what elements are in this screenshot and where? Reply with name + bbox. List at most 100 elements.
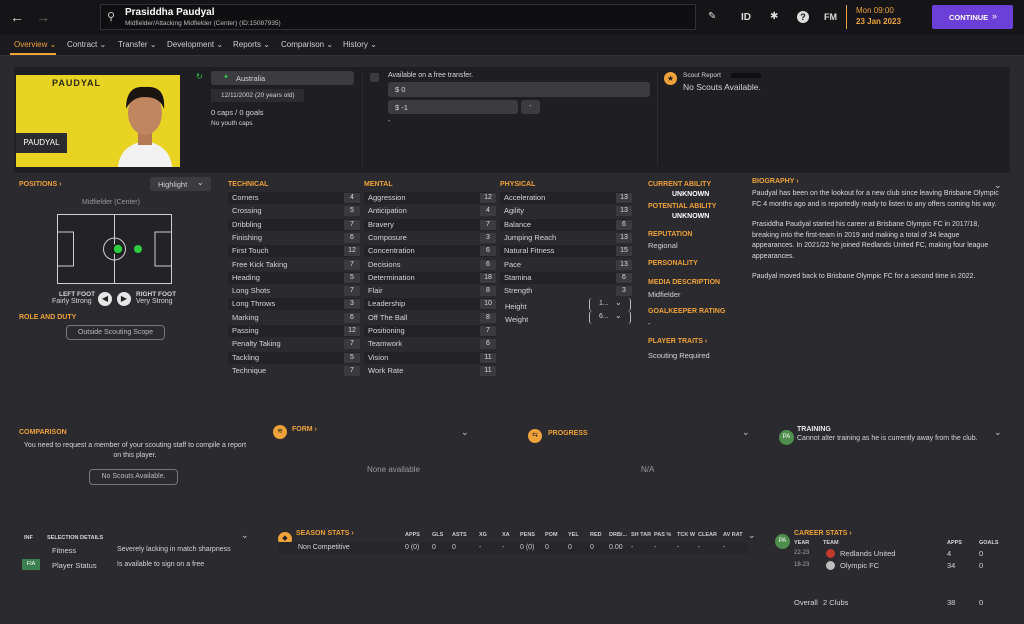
season-stats-chevron-icon[interactable]: ⌄	[748, 530, 756, 541]
tab-history-label: History	[343, 40, 368, 49]
refresh-icon[interactable]: ↻	[196, 72, 203, 81]
active-tab-underline	[10, 53, 56, 55]
progress-icon: ⇆	[528, 429, 542, 443]
highlight-dropdown[interactable]: Highlight ⌄	[150, 177, 211, 191]
season-stats-header[interactable]: PENS	[520, 532, 535, 538]
current-ability-value: UNKNOWN	[672, 191, 710, 198]
mental-attr-value: 6	[480, 339, 496, 350]
attr-divider-2	[642, 178, 643, 413]
player-traits-value: Scouting Required	[648, 351, 710, 360]
tab-reports[interactable]: Reports ⌄	[233, 40, 270, 49]
physical-attr-name: Stamina	[504, 272, 532, 282]
technical-attr-name: Heading	[232, 272, 260, 282]
career-stats-title[interactable]: CAREER STATS ›	[794, 530, 852, 537]
form-title[interactable]: FORM ›	[292, 426, 317, 433]
mental-attr-value: 8	[480, 286, 496, 297]
season-stats-header[interactable]: XA	[502, 532, 510, 538]
value-field[interactable]: $ 0	[388, 82, 650, 97]
season-stats-cell: 0.00	[609, 544, 623, 551]
season-stats-header[interactable]: ASTS	[452, 532, 467, 538]
physical-attr-row: Jumping Reach 13	[500, 232, 632, 244]
tab-development[interactable]: Development ⌄	[167, 40, 223, 49]
tab-development-label: Development	[167, 40, 215, 49]
search-icon[interactable]: ⚲	[107, 10, 115, 23]
height-value: 1...	[599, 300, 609, 307]
mental-attr-value: 10	[480, 299, 496, 310]
season-stats-header[interactable]: XG	[479, 532, 487, 538]
season-stats-header[interactable]: SH TAR	[631, 532, 651, 538]
no-scouts-button[interactable]: No Scouts Available.	[89, 469, 178, 485]
fm-menu-button[interactable]: FM	[824, 12, 837, 22]
comparison-text: You need to request a member of your sco…	[23, 442, 247, 459]
continue-button[interactable]: CONTINUE »	[932, 5, 1013, 29]
weight-dropdown[interactable]: 6... ⌄	[589, 311, 631, 324]
back-arrow-icon[interactable]: ←	[10, 9, 24, 25]
nation-name: Australia	[236, 74, 266, 83]
tab-contract[interactable]: Contract ⌄	[67, 40, 106, 49]
tab-comparison[interactable]: Comparison ⌄	[281, 40, 333, 49]
comparison-title: COMPARISON	[19, 429, 67, 436]
nationality-pill[interactable]: ✦ Australia	[211, 71, 354, 85]
dob-row: 12/11/2002 (20 years old)	[211, 89, 304, 102]
tab-history[interactable]: History ⌄	[343, 40, 377, 49]
height-chevron-icon: ⌄	[615, 298, 622, 307]
season-stats-header[interactable]: POM	[545, 532, 558, 538]
nation-flag-icon: ✦	[223, 74, 229, 81]
tab-overview[interactable]: Overview ⌄	[14, 40, 56, 49]
season-stats-header[interactable]: GLS	[432, 532, 443, 538]
season-stats-header[interactable]: TCK W	[677, 532, 695, 538]
career-team-1[interactable]: Redlands United	[840, 549, 895, 558]
transfer-checkbox[interactable]	[370, 73, 379, 82]
height-dropdown[interactable]: 1... ⌄	[589, 298, 631, 311]
biography-title[interactable]: BIOGRAPHY ›	[752, 178, 799, 185]
season-stats-cell: 0	[432, 544, 436, 551]
technical-attr-row: Penalty Taking 7	[228, 338, 360, 350]
settings-icon[interactable]: ✱	[770, 11, 778, 22]
season-stats-cell: -	[631, 544, 634, 551]
form-chevron-icon[interactable]: ⌄	[461, 427, 469, 438]
personality-title: PERSONALITY	[648, 260, 698, 267]
wage-dash-button[interactable]: -	[521, 100, 540, 114]
player-banner: PAUDYAL PAUDYAL	[16, 75, 180, 167]
help-icon[interactable]: ?	[797, 11, 809, 23]
season-stats-header[interactable]: DRB/...	[609, 532, 627, 538]
season-stats-header[interactable]: AV RAT	[723, 532, 743, 538]
training-chevron-icon[interactable]: ⌄	[994, 427, 1002, 438]
wage-field[interactable]: $ -1	[388, 100, 518, 114]
season-stats-cell: 0	[590, 544, 594, 551]
season-stats-title[interactable]: SEASON STATS ›	[296, 530, 354, 537]
season-stats-header[interactable]: APPS	[405, 532, 420, 538]
season-stats-header[interactable]: PAS %	[654, 532, 671, 538]
season-stats-title-label: SEASON STATS	[296, 530, 350, 537]
selection-chevron-icon[interactable]: ⌄	[241, 530, 249, 541]
forward-arrow-icon[interactable]: →	[36, 9, 50, 25]
tab-transfer[interactable]: Transfer ⌄	[118, 40, 156, 49]
pitch-diagram	[57, 214, 172, 284]
positions-title[interactable]: POSITIONS ›	[19, 181, 61, 188]
scout-report-title: Scout Report	[683, 72, 721, 79]
progress-chevron-icon[interactable]: ⌄	[742, 427, 750, 438]
bottom-divider-1	[264, 519, 265, 619]
career-team-2[interactable]: Olympic FC	[840, 561, 879, 570]
role-button[interactable]: Outside Scouting Scope	[66, 325, 165, 340]
career-apps-2: 34	[947, 561, 956, 570]
mental-attr-name: Determination	[368, 272, 415, 282]
season-stats-cell: 0	[452, 544, 456, 551]
media-description-value: Midfielder	[648, 290, 681, 299]
player-portrait	[110, 75, 180, 167]
physical-attr-name: Strength	[504, 286, 533, 296]
season-stats-header[interactable]: RED	[590, 532, 602, 538]
edit-icon[interactable]: ✎	[708, 11, 716, 22]
weight-chevron-icon: ⌄	[615, 311, 622, 320]
id-button[interactable]: ID	[741, 12, 751, 23]
olympic-badge-icon	[826, 561, 835, 570]
physical-attr-value: 13	[616, 193, 632, 203]
media-description-title: MEDIA DESCRIPTION	[648, 279, 721, 286]
bottom-divider-2	[762, 519, 763, 619]
form-title-label: FORM	[292, 426, 313, 433]
season-stats-header[interactable]: YEL	[568, 532, 579, 538]
player-traits-title[interactable]: PLAYER TRAITS ›	[648, 338, 707, 345]
season-stats-header[interactable]: CLEAR	[698, 532, 717, 538]
mental-attr-name: Concentration	[368, 246, 415, 256]
continue-label: CONTINUE	[949, 13, 989, 22]
